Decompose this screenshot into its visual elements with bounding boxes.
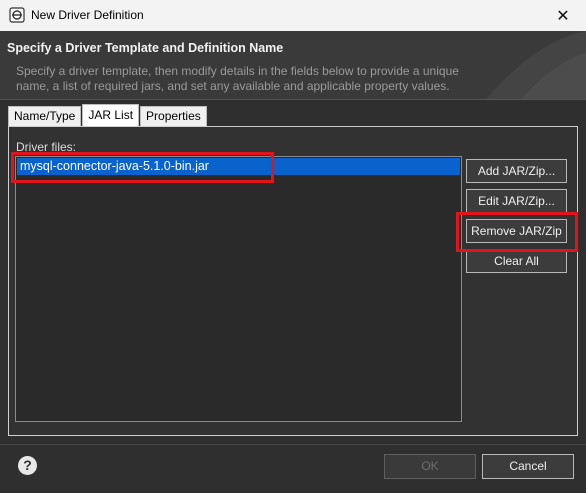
tab-name-type[interactable]: Name/Type bbox=[8, 106, 82, 126]
tab-bar: Name/Type JAR List Properties bbox=[8, 104, 208, 126]
jar-list-panel: Driver files: mysql-connector-java-5.1.0… bbox=[8, 126, 578, 436]
clear-all-label: Clear All bbox=[494, 254, 539, 268]
window-title: New Driver Definition bbox=[31, 8, 144, 22]
list-item[interactable]: mysql-connector-java-5.1.0-bin.jar bbox=[17, 158, 460, 175]
cancel-button[interactable]: Cancel bbox=[482, 454, 574, 479]
close-icon: ✕ bbox=[556, 7, 570, 25]
driver-files-label: Driver files: bbox=[16, 140, 77, 154]
close-button[interactable]: ✕ bbox=[540, 0, 586, 31]
driver-files-list[interactable]: mysql-connector-java-5.1.0-bin.jar bbox=[15, 156, 462, 422]
header-title: Specify a Driver Template and Definition… bbox=[7, 41, 284, 55]
title-bar: New Driver Definition ✕ bbox=[0, 0, 586, 31]
footer-separator bbox=[0, 444, 586, 445]
ok-button[interactable]: OK bbox=[384, 454, 476, 479]
cancel-label: Cancel bbox=[509, 459, 547, 473]
header-separator bbox=[0, 99, 586, 100]
edit-jar-label: Edit JAR/Zip... bbox=[478, 194, 555, 208]
tab-jar-list[interactable]: JAR List bbox=[82, 104, 140, 126]
remove-jar-button[interactable]: Remove JAR/Zip bbox=[466, 219, 567, 243]
help-icon[interactable]: ? bbox=[18, 456, 37, 475]
header-banner-graphic bbox=[486, 31, 586, 99]
ok-label: OK bbox=[421, 459, 439, 473]
clear-all-button[interactable]: Clear All bbox=[466, 249, 567, 273]
tab-properties[interactable]: Properties bbox=[140, 106, 207, 126]
wizard-header: Specify a Driver Template and Definition… bbox=[0, 31, 586, 99]
add-jar-label: Add JAR/Zip... bbox=[477, 164, 556, 178]
remove-jar-label: Remove JAR/Zip bbox=[471, 224, 562, 238]
eclipse-icon bbox=[9, 7, 25, 23]
add-jar-button[interactable]: Add JAR/Zip... bbox=[466, 159, 567, 183]
edit-jar-button[interactable]: Edit JAR/Zip... bbox=[466, 189, 567, 213]
header-description: Specify a driver template, then modify d… bbox=[16, 64, 459, 93]
